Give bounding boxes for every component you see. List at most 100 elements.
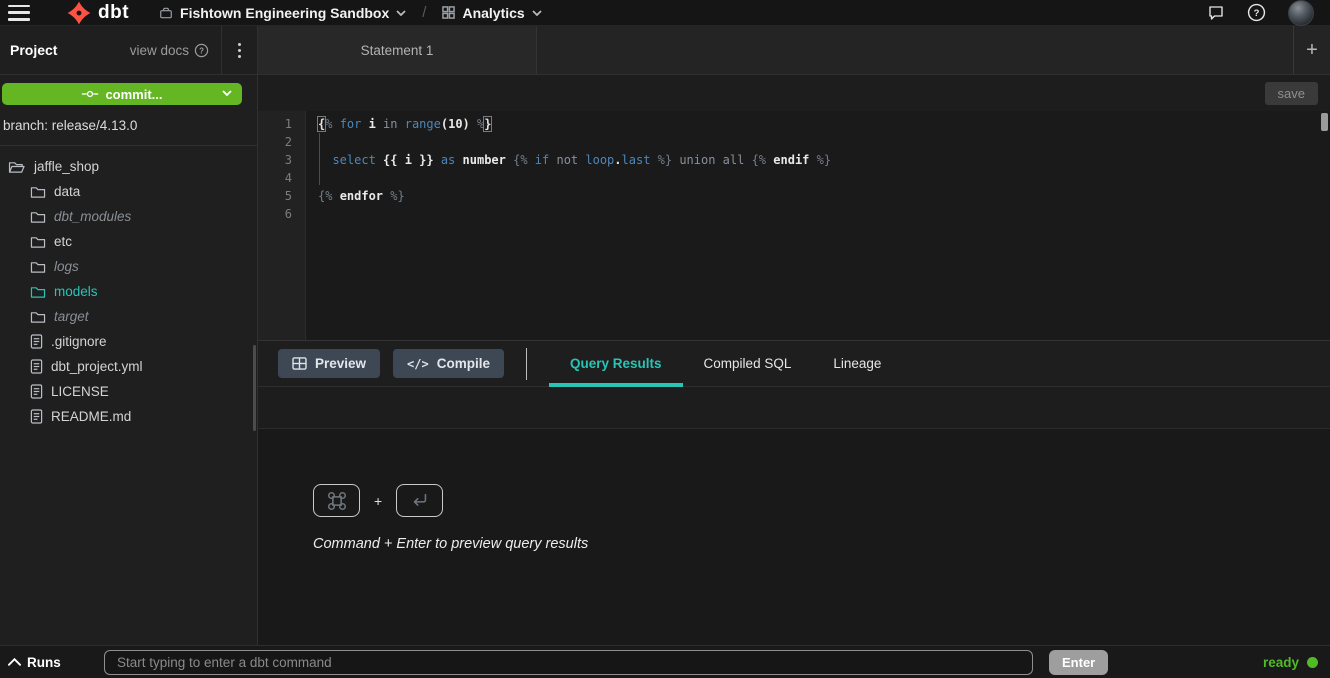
results-toolbar: Preview </> Compile Query Results Compile…: [258, 340, 1330, 387]
view-docs-link[interactable]: view docs ?: [130, 43, 209, 58]
editor-tab-bar: Statement 1 +: [258, 26, 1330, 75]
code-text: [306, 205, 318, 223]
empty-state-hint: Command + Enter to preview query results: [313, 536, 1330, 552]
code-line-6[interactable]: 6: [258, 205, 1330, 223]
save-button[interactable]: save: [1265, 82, 1318, 105]
chevron-down-icon: [222, 90, 232, 96]
folder-icon: [30, 210, 46, 224]
runs-drawer-toggle[interactable]: Runs: [8, 655, 104, 670]
grid-icon: [442, 6, 455, 19]
tree-item-target[interactable]: target: [0, 304, 257, 329]
code-line-5[interactable]: 5{% endfor %}: [258, 187, 1330, 205]
dbt-command-input[interactable]: [104, 650, 1033, 675]
folder-icon: [30, 310, 46, 324]
project-sidebar: Project view docs ?: [0, 26, 258, 645]
tree-item-label: LICENSE: [51, 384, 109, 399]
project-switcher[interactable]: Analytics: [442, 5, 541, 21]
sidebar-menu-button[interactable]: [221, 26, 257, 74]
tree-item-label: models: [54, 284, 98, 299]
results-tab-lineage[interactable]: Lineage: [812, 341, 902, 386]
chevron-down-icon: [532, 10, 542, 16]
folder-icon: [30, 260, 46, 274]
briefcase-icon: [159, 6, 173, 20]
code-text: {% endfor %}: [306, 187, 405, 205]
account-switcher[interactable]: Fishtown Engineering Sandbox: [159, 5, 406, 21]
code-icon: </>: [407, 357, 429, 371]
chevron-up-icon: [8, 658, 21, 666]
connection-status: ready: [1263, 655, 1320, 670]
tree-item-readme-md[interactable]: README.md: [0, 404, 257, 429]
enter-button[interactable]: Enter: [1049, 650, 1108, 675]
chat-icon[interactable]: [1207, 4, 1225, 22]
breadcrumb-separator: /: [422, 4, 426, 21]
enter-key-icon: [409, 491, 431, 511]
folder-icon: [30, 185, 46, 199]
account-name: Fishtown Engineering Sandbox: [180, 5, 389, 21]
sidebar-title: Project: [10, 42, 57, 58]
hamburger-menu-icon[interactable]: [8, 5, 30, 21]
tab-label: Statement 1: [361, 43, 434, 58]
line-number: 1: [258, 115, 306, 133]
top-bar-right: ?: [1207, 0, 1314, 26]
folder-icon: [30, 235, 46, 249]
tree-item-label: jaffle_shop: [34, 159, 99, 174]
line-number: 6: [258, 205, 306, 223]
tree-item-dbt-modules[interactable]: dbt_modules: [0, 204, 257, 229]
file-icon: [30, 359, 43, 374]
code-line-1[interactable]: 1{% for i in range(10) %}: [258, 115, 1330, 133]
results-tab-query-results[interactable]: Query Results: [549, 341, 683, 386]
help-glyph: ?: [1254, 8, 1260, 19]
line-number: 5: [258, 187, 306, 205]
branch-label: branch: release/4.13.0: [3, 118, 137, 133]
code-editor[interactable]: 1{% for i in range(10) %}23 select {{ i …: [258, 111, 1330, 340]
tree-item-dbt-project-yml[interactable]: dbt_project.yml: [0, 354, 257, 379]
tree-item-label: target: [54, 309, 89, 324]
kebab-icon: [238, 43, 241, 58]
main-area: Project view docs ?: [0, 26, 1330, 645]
dbt-mark-icon: [66, 0, 92, 26]
results-tab-label: Query Results: [570, 356, 662, 371]
editor-workspace: Statement 1 + save 1{% for i in range(10…: [258, 26, 1330, 645]
table-icon: [292, 357, 307, 370]
editor-toolbar: save: [258, 75, 1330, 111]
dbt-logo: dbt: [66, 0, 129, 26]
user-avatar[interactable]: [1288, 0, 1314, 26]
tree-item-data[interactable]: data: [0, 179, 257, 204]
command-key-icon: [326, 490, 348, 512]
editor-scrollbar[interactable]: [1321, 113, 1328, 131]
status-label: ready: [1263, 655, 1299, 670]
commit-section: commit...: [0, 75, 257, 113]
code-text: {% for i in range(10) %}: [306, 115, 491, 133]
view-docs-label: view docs: [130, 43, 189, 58]
tree-item-models[interactable]: models: [0, 279, 257, 304]
shortcut-keys: +: [313, 484, 1330, 517]
code-line-3[interactable]: 3 select {{ i }} as number {% if not loo…: [258, 151, 1330, 169]
preview-button[interactable]: Preview: [278, 349, 380, 378]
sidebar-scrollbar[interactable]: [253, 345, 256, 431]
code-line-4[interactable]: 4: [258, 169, 1330, 187]
results-header-strip: [258, 387, 1330, 429]
tree-item-gitignore[interactable]: .gitignore: [0, 329, 257, 354]
tree-item-license[interactable]: LICENSE: [0, 379, 257, 404]
folder-open-icon: [8, 160, 26, 174]
file-tree: jaffle_shopdatadbt_modulesetc logs models t…: [0, 146, 257, 645]
new-tab-button[interactable]: +: [1293, 26, 1330, 74]
dbt-cloud-ide: dbt Fishtown Engineering Sandbox / Analy…: [0, 0, 1330, 678]
tab-bar-fill: [537, 26, 1293, 74]
compile-button[interactable]: </> Compile: [393, 349, 504, 378]
tab-statement-1[interactable]: Statement 1: [258, 26, 537, 74]
tree-item-jaffle-shop[interactable]: jaffle_shop: [0, 154, 257, 179]
results-tab-compiled-sql[interactable]: Compiled SQL: [683, 341, 813, 386]
branch-row: branch: release/4.13.0: [0, 113, 257, 146]
sidebar-header: Project view docs ?: [0, 26, 257, 75]
code-line-2[interactable]: 2: [258, 133, 1330, 151]
line-number: 4: [258, 169, 306, 187]
git-commit-icon: [81, 89, 99, 99]
tree-item-etc[interactable]: etc: [0, 229, 257, 254]
tree-item-label: logs: [54, 259, 79, 274]
tree-item-logs[interactable]: logs: [0, 254, 257, 279]
code-text: select {{ i }} as number {% if not loop.…: [306, 151, 831, 169]
results-tab-label: Lineage: [833, 356, 881, 371]
commit-button[interactable]: commit...: [2, 83, 242, 105]
help-icon[interactable]: ?: [1247, 3, 1266, 22]
